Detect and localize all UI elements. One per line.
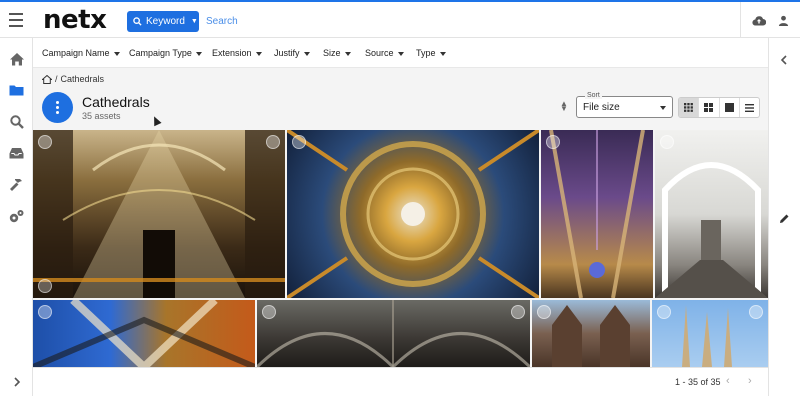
filter-campaign-type[interactable]: Campaign Type [129,48,202,58]
chevron-down-icon [344,51,351,56]
download-icon[interactable] [38,279,52,293]
asset-tile[interactable] [541,130,653,298]
chevron-down-icon [303,51,310,56]
select-checkbox[interactable] [262,305,276,319]
search-mode-label: Keyword [146,16,185,27]
inbox-icon[interactable] [8,144,25,161]
asset-tile[interactable] [257,300,530,367]
filter-type[interactable]: Type [416,48,446,58]
main-content: / Cathedrals Cathedrals 35 assets ▲ ▼ Sor… [33,68,768,396]
chevron-down-icon [660,106,666,110]
asset-thumbnail [549,130,645,298]
asset-thumbnail [287,130,539,298]
asset-tile[interactable] [532,300,650,367]
user-icon[interactable] [775,13,791,27]
sort-label: Sort [585,92,602,99]
grid-large-icon[interactable] [720,98,740,117]
asset-thumbnail [257,300,530,367]
collection-menu-button[interactable] [42,92,73,123]
asset-count: 35 assets [82,111,121,121]
chevron-down-icon [439,51,446,56]
view-toggle [678,97,760,118]
filter-justify[interactable]: Justify [274,48,310,58]
select-checkbox[interactable] [38,135,52,149]
chevron-right-icon[interactable] [8,373,25,390]
header-actions [740,2,800,38]
search-icon[interactable] [8,113,25,130]
asset-tile[interactable] [652,300,768,367]
asset-thumbnail [33,130,285,298]
left-sidebar [0,38,33,396]
chevron-right-icon[interactable]: › [748,375,752,387]
search-input[interactable]: Search [206,16,238,27]
asset-tile[interactable] [33,300,255,367]
folder-icon[interactable] [8,81,25,98]
more-options-icon[interactable] [749,305,763,319]
filter-extension[interactable]: Extension [212,48,262,58]
asset-tile[interactable] [33,130,285,298]
select-checkbox[interactable] [546,135,560,149]
asset-tile[interactable] [655,130,768,298]
filter-source[interactable]: Source [365,48,404,58]
grid-medium-icon[interactable] [699,98,720,117]
sort-select[interactable]: Sort File size [576,92,673,118]
sort-value: File size [583,102,620,113]
filter-campaign-name[interactable]: Campaign Name [42,48,120,58]
chevron-down-icon: ▼ [190,18,198,25]
hammer-icon[interactable] [8,176,25,193]
chevron-down-icon [397,51,404,56]
right-panel [768,38,800,396]
breadcrumb: / Cathedrals [42,74,104,84]
download-icon[interactable] [266,135,280,149]
page-title: Cathedrals [82,94,150,110]
select-checkbox[interactable] [657,305,671,319]
breadcrumb-current[interactable]: Cathedrals [61,74,105,84]
download-icon[interactable] [511,305,525,319]
grid-small-icon[interactable] [679,98,700,117]
chevron-down-icon [113,51,120,56]
chevron-left-icon[interactable] [780,52,788,70]
gears-icon[interactable] [8,208,25,225]
search-icon [133,17,142,26]
home-icon[interactable] [8,50,25,67]
breadcrumb-separator: / [55,74,58,84]
chevron-down-icon [255,51,262,56]
select-checkbox[interactable] [660,135,674,149]
pencil-icon[interactable] [779,211,790,229]
chevron-down-icon [195,51,202,56]
home-icon[interactable] [42,74,52,84]
select-checkbox[interactable] [292,135,306,149]
pagination: 1 - 35 of 35 ‹ › [33,367,768,396]
chevron-left-icon[interactable]: ‹ [726,375,730,387]
app-header: netx Keyword ▼ Search [0,2,800,38]
app-logo[interactable]: netx [43,5,107,35]
mouse-cursor [150,114,162,127]
list-icon[interactable] [740,98,759,117]
select-checkbox[interactable] [537,305,551,319]
asset-thumbnail [33,300,255,367]
filter-bar: Campaign Name Campaign Type Extension Ju… [33,38,768,68]
select-checkbox[interactable] [38,305,52,319]
cloud-upload-icon[interactable] [751,13,767,27]
pagination-range: 1 - 35 of 35 [675,377,721,387]
search-mode-dropdown[interactable]: Keyword ▼ [127,11,199,32]
filter-size[interactable]: Size [323,48,351,58]
menu-icon[interactable] [9,13,23,27]
asset-tile[interactable] [287,130,539,298]
asset-thumbnail [655,162,768,298]
sort-direction-icon[interactable]: ▲ ▼ [560,100,568,113]
